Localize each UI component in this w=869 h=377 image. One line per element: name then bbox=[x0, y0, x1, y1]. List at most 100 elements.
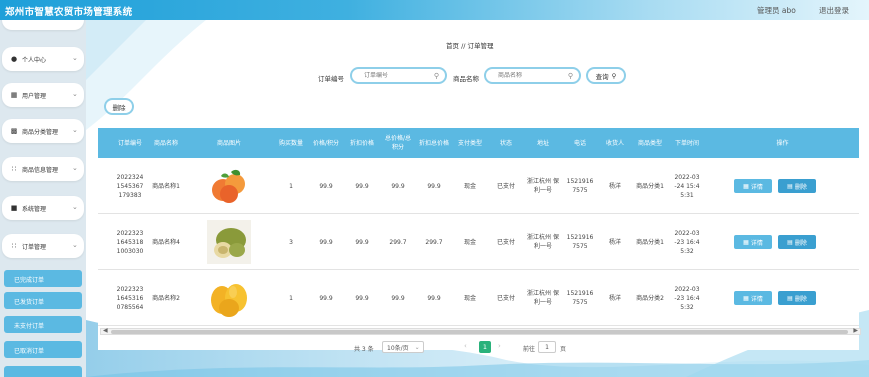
list-icon: ▦ bbox=[10, 91, 18, 99]
product-name-input[interactable] bbox=[498, 72, 568, 79]
order-no-field[interactable]: ⚲ bbox=[350, 67, 447, 84]
delete-button[interactable]: 删除 bbox=[104, 98, 134, 115]
sidebar-item-product-management[interactable]: ∷ 商品信息管理 ⌄ bbox=[2, 157, 84, 181]
sidebar-sub-label: 已取消订单 bbox=[14, 348, 45, 355]
order-no-input[interactable] bbox=[364, 72, 434, 79]
cell-order-no: 2022324 1545367 179383 bbox=[116, 173, 144, 199]
cell-price: 99.9 bbox=[319, 238, 333, 246]
detail-label: 详情 bbox=[750, 295, 763, 303]
sidebar-item-label: 商品信息管理 bbox=[22, 167, 59, 174]
detail-button[interactable]: ▦ 详情 bbox=[734, 179, 772, 193]
chevron-down-icon: ⌄ bbox=[72, 54, 78, 62]
col-operations: 操作 bbox=[776, 139, 789, 147]
cell-receiver: 杨洋 bbox=[608, 294, 621, 302]
cell-total: 299.7 bbox=[389, 238, 407, 246]
col-product-image: 商品图片 bbox=[216, 139, 241, 147]
horizontal-scrollbar[interactable]: ◀ ▶ bbox=[100, 327, 861, 335]
delete-label: 删除 bbox=[794, 295, 807, 303]
product-image-mango bbox=[211, 284, 247, 317]
cell-category: 商品分类1 bbox=[636, 238, 664, 246]
detail-label: 详情 bbox=[750, 239, 763, 247]
edit-icon: ▦ bbox=[743, 294, 749, 302]
col-price: 价格/积分 bbox=[312, 139, 340, 147]
cell-product-name: 商品名称1 bbox=[152, 182, 180, 190]
grid-icon: ∷ bbox=[11, 242, 17, 250]
sidebar-item-personal-center[interactable]: ● 个人中心 ⌄ bbox=[2, 47, 84, 71]
edit-icon: ▦ bbox=[743, 238, 749, 246]
goto-page-input[interactable]: 1 bbox=[538, 341, 556, 353]
product-name-label: 商品名称 bbox=[453, 75, 479, 83]
product-name-field[interactable]: ⚲ bbox=[484, 67, 581, 84]
chevron-down-icon: ⌄ bbox=[72, 203, 78, 211]
chevron-down-icon: ⌄ bbox=[414, 343, 420, 351]
cell-phone: 1521916 7575 bbox=[566, 234, 594, 250]
scroll-left-icon[interactable]: ◀ bbox=[103, 327, 108, 334]
sidebar-sub-shipped-orders[interactable]: 已发货订单 bbox=[4, 292, 82, 309]
cell-product-name: 商品名称2 bbox=[152, 294, 180, 302]
cell-price: 99.9 bbox=[319, 182, 333, 190]
grid-icon: ∷ bbox=[11, 165, 17, 173]
cell-address: 浙江杭州 保利一号 bbox=[527, 234, 559, 250]
sidebar-item-label: 订单管理 bbox=[22, 244, 47, 251]
sidebar-item-system-management[interactable]: ■ 系统管理 ⌄ bbox=[2, 196, 84, 220]
row-delete-button[interactable]: ▤ 删除 bbox=[778, 179, 816, 193]
chevron-down-icon: ⌄ bbox=[72, 241, 78, 249]
cell-total: 99.9 bbox=[391, 182, 405, 190]
page-suffix: 页 bbox=[560, 346, 567, 353]
sidebar-item-label: 个人中心 bbox=[22, 57, 47, 64]
select-all-checkbox[interactable] bbox=[98, 128, 112, 158]
sidebar-item-top[interactable] bbox=[2, 20, 84, 30]
row-delete-button[interactable]: ▤ 删除 bbox=[778, 291, 816, 305]
page-size-select[interactable]: 10条/页 ⌄ bbox=[382, 341, 424, 353]
table-row[interactable]: 2022323 1645316 0785564 商品名称2 1 99.9 99.… bbox=[98, 270, 859, 326]
chevron-down-icon: ⌄ bbox=[72, 90, 78, 98]
page-number-current[interactable]: 1 bbox=[479, 341, 491, 353]
cell-receiver: 杨洋 bbox=[608, 182, 621, 190]
search-icon: ⚲ bbox=[433, 72, 439, 80]
cell-quantity: 1 bbox=[289, 182, 293, 190]
product-image-melon bbox=[207, 220, 251, 264]
sidebar-item-order-management[interactable]: ∷ 订单管理 ⌄ bbox=[2, 234, 84, 258]
search-button[interactable]: 查询 ⚲ bbox=[586, 67, 626, 84]
sidebar-item-label: 商品分类管理 bbox=[22, 129, 59, 136]
product-image-orange bbox=[212, 169, 245, 203]
order-no-label: 订单编号 bbox=[318, 75, 344, 83]
goto-label: 前往 bbox=[523, 346, 536, 353]
cell-quantity: 3 bbox=[289, 238, 293, 246]
detail-button[interactable]: ▦ 详情 bbox=[734, 235, 772, 249]
sidebar-item-label: 用户管理 bbox=[22, 93, 47, 100]
cell-pay-type: 现金 bbox=[463, 182, 476, 190]
sidebar-sub-cancelled-orders[interactable]: 已取消订单 bbox=[4, 341, 82, 358]
trash-icon: ▤ bbox=[787, 182, 793, 190]
sidebar-item-category-management[interactable]: ▩ 商品分类管理 ⌄ bbox=[2, 119, 84, 143]
edit-icon: ▦ bbox=[743, 182, 749, 190]
cell-receiver: 杨洋 bbox=[608, 238, 621, 246]
prev-page-icon[interactable]: ‹ bbox=[464, 342, 467, 350]
delete-label: 删除 bbox=[794, 183, 807, 191]
search-button-label: 查询 bbox=[595, 72, 609, 81]
table-row[interactable]: 2022323 1645318 1003030 商品名称4 3 99.9 99.… bbox=[98, 214, 859, 270]
scroll-right-icon[interactable]: ▶ bbox=[853, 327, 858, 334]
cell-product-name: 商品名称4 bbox=[152, 238, 180, 246]
sidebar-item-user-management[interactable]: ▦ 用户管理 ⌄ bbox=[2, 83, 84, 107]
scrollbar-thumb[interactable] bbox=[111, 330, 848, 334]
cell-category: 商品分类1 bbox=[636, 182, 664, 190]
logout-link[interactable]: 退出登录 bbox=[819, 5, 849, 16]
table-header: 订单编号 商品名称 商品图片 购买数量 价格/积分 折扣价格 总价格/总积分 折… bbox=[98, 128, 859, 158]
sidebar-sub-more[interactable] bbox=[4, 366, 82, 377]
cell-phone: 1521916 7575 bbox=[566, 290, 594, 306]
row-delete-button[interactable]: ▤ 删除 bbox=[778, 235, 816, 249]
col-category: 商品类型 bbox=[637, 139, 662, 147]
sidebar-sub-label: 未支付订单 bbox=[14, 323, 45, 330]
orders-table: 订单编号 商品名称 商品图片 购买数量 价格/积分 折扣价格 总价格/总积分 折… bbox=[98, 128, 859, 350]
breadcrumb: 首页 // 订单管理 bbox=[446, 42, 494, 50]
col-status: 状态 bbox=[499, 139, 512, 147]
sidebar-sub-label: 已完成订单 bbox=[14, 277, 45, 284]
sidebar-sub-unpaid-orders[interactable]: 未支付订单 bbox=[4, 316, 82, 333]
box-icon: ■ bbox=[10, 204, 18, 212]
next-page-icon[interactable]: › bbox=[498, 342, 501, 350]
cell-price: 99.9 bbox=[319, 294, 333, 302]
detail-button[interactable]: ▦ 详情 bbox=[734, 291, 772, 305]
sidebar-sub-completed-orders[interactable]: 已完成订单 bbox=[4, 270, 82, 287]
table-row[interactable]: 2022324 1545367 179383 商品名称1 1 99.9 99.9… bbox=[98, 158, 859, 214]
